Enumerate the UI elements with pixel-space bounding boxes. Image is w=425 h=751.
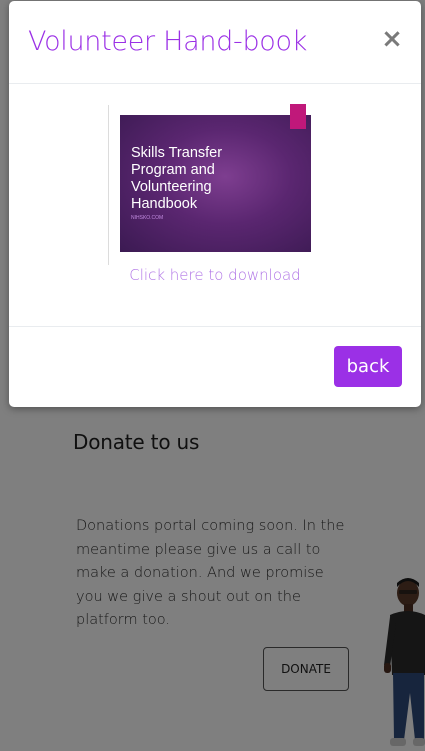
download-link[interactable]: Click here to download — [9, 266, 421, 284]
back-button[interactable]: back — [334, 346, 402, 387]
close-icon[interactable]: × — [381, 26, 403, 52]
vertical-divider — [108, 105, 109, 265]
bookmark-icon — [290, 104, 306, 129]
modal-title: Volunteer Hand-book — [28, 26, 308, 57]
thumbnail-caption: NIHSKO.COM — [131, 215, 164, 221]
page: Donate to us Donations portal coming soo… — [0, 0, 425, 751]
modal-body: Skills Transfer Program and Volunteering… — [9, 84, 421, 327]
handbook-thumbnail[interactable]: Skills Transfer Program and Volunteering… — [120, 115, 311, 252]
thumbnail-title: Skills Transfer Program and Volunteering… — [131, 145, 223, 212]
volunteer-handbook-modal: Volunteer Hand-book × Skills Transfer Pr… — [9, 1, 421, 407]
modal-header: Volunteer Hand-book × — [9, 1, 421, 84]
